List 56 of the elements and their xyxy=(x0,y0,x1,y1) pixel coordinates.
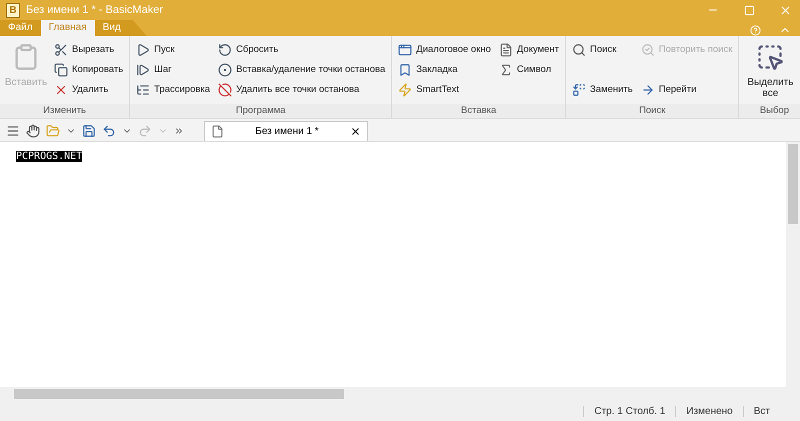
ribbon-button[interactable]: Шаг xyxy=(136,61,210,78)
document-icon xyxy=(498,42,513,56)
ribbon-button[interactable]: Документ xyxy=(498,41,560,58)
help-icon[interactable] xyxy=(750,25,760,36)
ribbon-button[interactable]: Сбросить xyxy=(218,41,386,58)
ribbon-button[interactable]: Поиск xyxy=(572,41,633,58)
maximize-icon[interactable] xyxy=(744,4,754,16)
scissors-icon xyxy=(54,42,68,56)
bookmark-icon xyxy=(398,62,412,76)
editor-text: PCPROGS.NET xyxy=(16,151,82,162)
ribbon-button[interactable]: Удалить все точки останова xyxy=(218,81,386,98)
file-icon xyxy=(211,125,224,138)
scrollbar-thumb[interactable] xyxy=(788,144,798,224)
selection-icon xyxy=(756,43,784,71)
copy-icon xyxy=(54,62,68,76)
ribbon-button[interactable]: Символ xyxy=(498,61,560,78)
app-icon: B xyxy=(6,2,20,18)
undo-icon[interactable] xyxy=(102,124,116,138)
status-field: Изменено xyxy=(675,406,743,416)
ribbon-button[interactable]: Выделить все xyxy=(745,41,796,99)
ribbon-button[interactable]: Трассировка xyxy=(136,81,210,98)
group-label: Вставка xyxy=(392,104,566,118)
document-tab-label: Без имени 1 * xyxy=(254,126,320,137)
status-field: Вст xyxy=(742,406,780,416)
ribbon-button[interactable]: Вставка/удаление точки останова xyxy=(218,61,386,78)
reset-icon xyxy=(218,42,232,56)
group-label: Программа xyxy=(130,104,392,118)
group-label: Поиск xyxy=(566,104,738,118)
folder-icon[interactable] xyxy=(46,124,60,138)
ribbon-button[interactable]: SmartText xyxy=(398,81,491,98)
replace-icon xyxy=(572,82,586,96)
ribbon-button[interactable]: Удалить xyxy=(54,81,124,98)
menu-icon[interactable] xyxy=(6,124,20,138)
search-icon xyxy=(572,42,586,56)
ribbon-button[interactable]: Копировать xyxy=(54,61,124,78)
save-icon[interactable] xyxy=(82,124,96,138)
ribbon-button[interactable]: Закладка xyxy=(398,61,491,78)
close-icon[interactable] xyxy=(350,126,361,137)
ribbon-button[interactable]: Вырезать xyxy=(54,41,124,58)
group-label: Изменить xyxy=(0,104,130,118)
status-field: Стр. 1 Столб. 1 xyxy=(583,406,676,416)
search-icon xyxy=(640,42,655,56)
window-title: Без имени 1 * - BasicMaker xyxy=(26,4,164,16)
ribbon-button[interactable]: Пуск xyxy=(136,41,210,58)
overflow-icon[interactable] xyxy=(174,126,184,136)
hand-icon[interactable] xyxy=(26,124,40,138)
group-label: Выбор xyxy=(739,104,800,118)
document-tab[interactable]: Без имени 1 * xyxy=(204,121,368,141)
arrow-right-icon xyxy=(640,82,655,96)
ribbon-button[interactable]: Диалоговое окно xyxy=(398,41,491,58)
run-icon xyxy=(136,42,150,56)
lightning-icon xyxy=(398,82,412,96)
ribbon-button[interactable]: Перейти xyxy=(640,81,732,98)
scrollbar-thumb[interactable] xyxy=(14,389,344,399)
dialog-icon xyxy=(398,42,412,56)
ribbon-button[interactable]: Заменить xyxy=(572,81,633,98)
